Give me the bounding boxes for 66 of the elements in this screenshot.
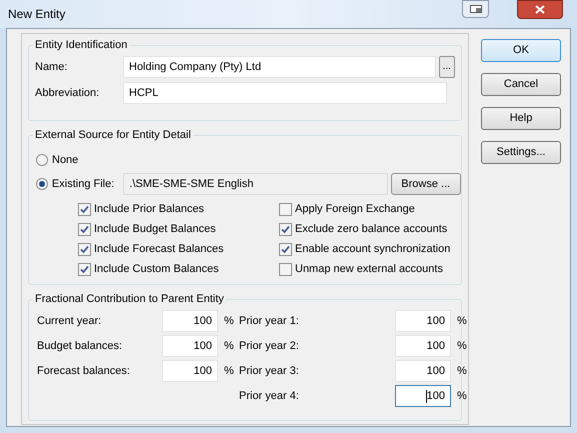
radio-label: Existing File: bbox=[52, 176, 116, 192]
dialog-button[interactable]: Settings... bbox=[481, 141, 561, 164]
checkbox-label: Include Forecast Balances bbox=[94, 242, 224, 257]
checkbox[interactable] bbox=[279, 242, 292, 256]
file-path-field[interactable]: .\SME-SME-SME English bbox=[123, 173, 388, 195]
checkbox[interactable] bbox=[78, 202, 91, 216]
percent-field[interactable]: 100 bbox=[162, 335, 218, 357]
checkbox[interactable] bbox=[78, 242, 91, 256]
checkbox[interactable] bbox=[279, 262, 292, 276]
percent-field[interactable]: 100 bbox=[395, 360, 451, 382]
dialog-button[interactable]: OK bbox=[481, 39, 561, 62]
checkmark-icon bbox=[80, 224, 89, 234]
field-label: Prior year 3: bbox=[239, 364, 300, 379]
field-label: Prior year 4: bbox=[239, 388, 300, 404]
text-field[interactable]: Holding Company (Pty) Ltd bbox=[123, 56, 436, 78]
dialog-button[interactable]: Cancel bbox=[481, 73, 561, 96]
checkbox-label: Unmap new external accounts bbox=[295, 262, 443, 277]
restore-button[interactable] bbox=[462, 0, 489, 18]
percent-field[interactable]: 100 bbox=[162, 360, 218, 382]
percent-field[interactable]: 100 bbox=[395, 335, 451, 357]
checkbox[interactable] bbox=[279, 202, 292, 216]
window-title: New Entity bbox=[8, 6, 66, 23]
checkmark-icon bbox=[281, 224, 290, 234]
browse-button[interactable]: ... bbox=[438, 56, 455, 78]
checkbox-label: Include Prior Balances bbox=[94, 202, 204, 217]
checkbox[interactable] bbox=[78, 262, 91, 276]
checkbox[interactable] bbox=[78, 222, 91, 236]
group-title: Fractional Contribution to Parent Entity bbox=[33, 291, 226, 307]
percent-sign: % bbox=[224, 364, 234, 379]
radio-label: None bbox=[52, 152, 80, 168]
checkmark-icon bbox=[80, 264, 89, 274]
checkmark-icon bbox=[281, 244, 290, 254]
window-icon bbox=[470, 5, 482, 13]
field-label: Abbreviation: bbox=[35, 86, 100, 101]
percent-sign: % bbox=[457, 388, 467, 404]
percent-sign: % bbox=[224, 314, 234, 329]
field-label: Current year: bbox=[37, 314, 102, 329]
checkbox-label: Include Custom Balances bbox=[94, 262, 219, 277]
dialog-button[interactable]: Help bbox=[481, 107, 561, 130]
group-title: Entity Identification bbox=[33, 37, 130, 53]
percent-sign: % bbox=[457, 364, 467, 379]
field-label: Name: bbox=[35, 60, 68, 75]
checkbox-label: Include Budget Balances bbox=[94, 222, 216, 237]
percent-sign: % bbox=[224, 338, 234, 354]
checkbox[interactable] bbox=[279, 222, 292, 236]
radio-button[interactable] bbox=[36, 154, 48, 166]
close-icon bbox=[535, 5, 545, 14]
radio-button[interactable] bbox=[36, 178, 48, 190]
checkbox-label: Apply Foreign Exchange bbox=[295, 202, 415, 217]
browse-button[interactable]: Browse ... bbox=[390, 173, 461, 195]
percent-sign: % bbox=[457, 338, 467, 354]
field-label: Prior year 1: bbox=[239, 314, 300, 329]
percent-sign: % bbox=[457, 314, 467, 329]
group-title: External Source for Entity Detail bbox=[33, 127, 193, 143]
checkbox-label: Exclude zero balance accounts bbox=[295, 222, 448, 237]
field-label: Forecast balances: bbox=[37, 364, 131, 379]
percent-field[interactable]: 100 bbox=[395, 385, 451, 407]
field-label: Prior year 2: bbox=[239, 338, 300, 354]
close-button[interactable] bbox=[517, 0, 563, 19]
percent-field[interactable]: 100 bbox=[395, 310, 451, 332]
text-field[interactable]: HCPL bbox=[123, 82, 447, 104]
checkbox-label: Enable account synchronization bbox=[295, 242, 450, 257]
checkmark-icon bbox=[80, 204, 89, 214]
field-label: Budget balances: bbox=[37, 338, 124, 354]
checkmark-icon bbox=[80, 244, 89, 254]
percent-field[interactable]: 100 bbox=[162, 310, 218, 332]
